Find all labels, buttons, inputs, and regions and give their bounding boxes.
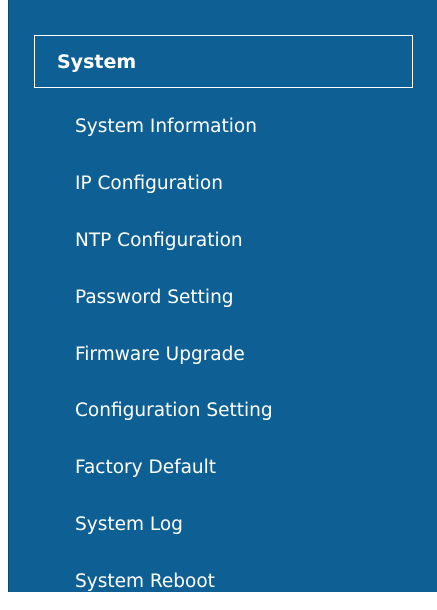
sidebar-item-password-setting[interactable]: Password Setting: [9, 269, 437, 326]
sidebar-item-label: System Reboot: [75, 571, 215, 593]
sidebar-item-configuration-setting[interactable]: Configuration Setting: [9, 382, 437, 439]
sidebar-item-ntp-configuration[interactable]: NTP Configuration: [9, 212, 437, 269]
sidebar-item-ip-configuration[interactable]: IP Configuration: [9, 155, 437, 212]
sidebar-item-firmware-upgrade[interactable]: Firmware Upgrade: [9, 326, 437, 383]
sidebar-item-system-information[interactable]: System Information: [9, 98, 437, 155]
sidebar-item-label: System Log: [75, 514, 183, 536]
sidebar-item-label: System Information: [75, 115, 257, 137]
sidebar-item-factory-default[interactable]: Factory Default: [9, 439, 437, 496]
sidebar: System System Information IP Configurati…: [8, 0, 437, 592]
sidebar-item-system-log[interactable]: System Log: [9, 496, 437, 553]
sidebar-item-label: Firmware Upgrade: [75, 343, 245, 365]
sidebar-menu: System Information IP Configuration NTP …: [9, 98, 437, 610]
sidebar-item-label: Configuration Setting: [75, 400, 273, 422]
sidebar-item-label: IP Configuration: [75, 172, 223, 194]
sidebar-item-label: Password Setting: [75, 286, 234, 308]
sidebar-item-label: NTP Configuration: [75, 229, 243, 251]
section-title: System: [57, 50, 137, 73]
section-header-system[interactable]: System: [34, 35, 413, 88]
sidebar-item-system-reboot[interactable]: System Reboot: [9, 553, 437, 610]
sidebar-item-label: Factory Default: [75, 457, 217, 479]
